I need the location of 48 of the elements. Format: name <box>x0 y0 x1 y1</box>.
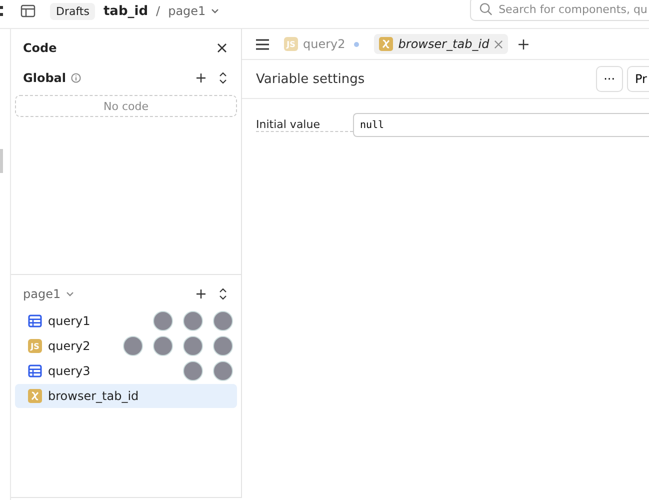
plus-icon[interactable] <box>518 38 530 50</box>
panel-title: Code <box>23 41 57 55</box>
user-avatar <box>183 361 203 381</box>
query-list-item[interactable]: query1 <box>15 309 237 333</box>
table-icon <box>28 364 42 378</box>
js-icon: JS <box>284 37 298 51</box>
layout-icon[interactable] <box>20 3 36 19</box>
user-avatar <box>183 311 203 331</box>
strip-marker <box>0 149 3 173</box>
query-list-item[interactable]: query3 <box>15 359 237 383</box>
empty-code-field: No code <box>15 95 237 117</box>
plus-icon[interactable] <box>196 73 206 83</box>
page-section-selector[interactable]: page1 <box>23 287 75 301</box>
preview-button[interactable]: Pr <box>627 66 649 92</box>
chevron-down-icon <box>210 6 220 16</box>
expand-collapse-icon[interactable] <box>219 288 227 300</box>
app-name: tab_id <box>103 4 148 18</box>
user-avatar <box>213 361 233 381</box>
user-avatar <box>123 336 143 356</box>
settings-title: Variable settings <box>256 72 365 86</box>
user-avatar <box>153 336 173 356</box>
plus-icon[interactable] <box>196 289 206 299</box>
search-icon <box>479 2 493 16</box>
user-avatar <box>213 336 233 356</box>
expand-collapse-icon[interactable] <box>219 72 227 84</box>
drag-handle-icon <box>0 6 6 16</box>
user-avatar <box>153 311 173 331</box>
drafts-tag[interactable]: Drafts <box>50 2 96 20</box>
search-field[interactable]: Search for components, qu <box>470 0 649 21</box>
page-selector[interactable]: page1 <box>168 4 220 18</box>
user-avatar <box>213 311 233 331</box>
user-avatar <box>183 336 203 356</box>
table-icon <box>28 314 42 328</box>
variable-icon <box>28 389 42 403</box>
editor-tab[interactable]: browser_tab_id <box>374 34 508 54</box>
section-label: Global <box>23 71 66 85</box>
js-icon: JS <box>28 339 42 353</box>
more-button[interactable]: ··· <box>596 66 624 92</box>
variable-icon <box>379 37 394 51</box>
query-list-item[interactable]: browser_tab_id <box>15 384 237 408</box>
breadcrumb-separator: / <box>156 4 160 18</box>
editor-tab[interactable]: JS query2 <box>279 34 364 54</box>
menu-icon[interactable] <box>256 38 269 50</box>
chevron-down-icon <box>64 289 75 299</box>
query-list-item[interactable]: JS query2 <box>15 334 237 358</box>
close-icon[interactable] <box>217 43 227 53</box>
initial-value-field[interactable]: null <box>353 113 649 137</box>
info-icon <box>71 73 82 83</box>
